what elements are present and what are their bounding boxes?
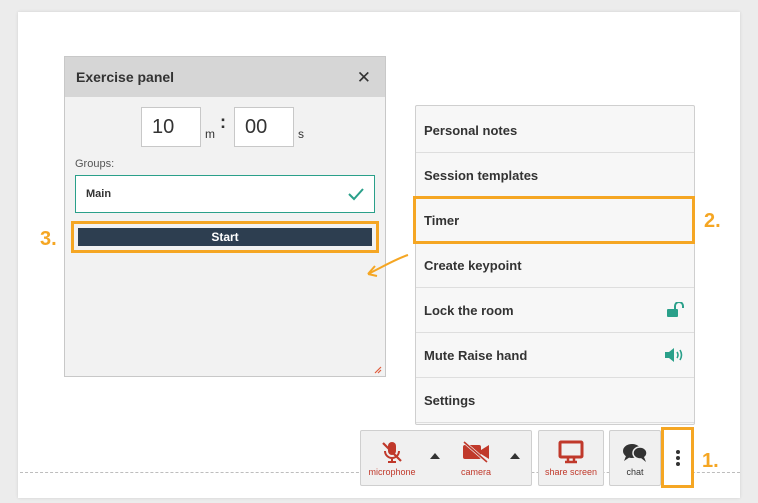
minutes-input[interactable]: 10 [141, 107, 201, 147]
menu-item-label: Session templates [424, 167, 539, 183]
microphone-label: microphone [368, 467, 416, 477]
microphone-button[interactable]: microphone [361, 431, 423, 485]
volume-icon [665, 348, 683, 362]
step-three-label: 3. [40, 228, 57, 250]
microphone-options-caret-icon[interactable] [430, 453, 440, 459]
minutes-unit: m [205, 127, 215, 141]
camera-muted-icon [463, 440, 489, 464]
panel-title: Exercise panel [76, 69, 175, 85]
chat-button[interactable]: chat [609, 430, 661, 486]
menu-item-settings[interactable]: Settings [416, 378, 694, 423]
chat-bubbles-icon [623, 444, 648, 462]
share-screen-label: share screen [544, 467, 598, 477]
start-highlight: Start [71, 221, 379, 253]
start-button[interactable]: Start [78, 228, 372, 246]
seconds-input[interactable]: 00 [234, 107, 294, 147]
menu-item-label: Create keypoint [424, 257, 522, 273]
step-one-label: 1. [702, 450, 719, 472]
camera-label: camera [460, 467, 491, 477]
menu-item-timer[interactable]: Timer [416, 198, 694, 243]
menu-item-lock-room[interactable]: Lock the room [416, 288, 694, 333]
chat-label: chat [626, 467, 644, 477]
menu-item-session-templates[interactable]: Session templates [416, 153, 694, 198]
time-separator: : [220, 111, 226, 132]
group-selected-value: Main [86, 188, 112, 200]
resize-handle-icon[interactable] [374, 366, 382, 374]
more-vertical-icon[interactable] [675, 450, 680, 466]
panel-header: Exercise panel ✕ [65, 57, 385, 97]
share-screen-inner: share screen [539, 431, 603, 485]
more-options-highlight [661, 427, 694, 488]
close-icon[interactable]: ✕ [357, 69, 371, 86]
menu-item-label: Settings [424, 392, 476, 408]
group-select[interactable]: Main [75, 175, 375, 213]
menu-item-mute-raise-hand[interactable]: Mute Raise hand [416, 333, 694, 378]
menu-item-personal-notes[interactable]: Personal notes [416, 108, 694, 153]
chat-inner: chat [610, 431, 660, 485]
timer-inputs: 10 m : 00 s [65, 107, 385, 147]
step-two-label: 2. [704, 210, 721, 232]
menu-item-create-keypoint[interactable]: Create keypoint [416, 243, 694, 288]
media-toolbar: microphone camera [360, 430, 532, 486]
share-screen-button[interactable]: share screen [538, 430, 604, 486]
menu-item-label: Personal notes [424, 122, 518, 138]
camera-button[interactable]: camera [445, 431, 507, 485]
check-icon [348, 188, 364, 201]
menu-item-label: Timer [424, 212, 460, 228]
groups-label: Groups: [75, 158, 115, 170]
monitor-icon [558, 440, 584, 464]
exercise-panel: Exercise panel ✕ 10 m : 00 s Groups: Mai… [64, 56, 386, 377]
seconds-unit: s [298, 127, 304, 141]
curved-arrow-icon [367, 254, 409, 277]
menu-item-label: Lock the room [424, 302, 514, 318]
microphone-muted-icon [382, 442, 402, 463]
unlock-icon [667, 302, 684, 317]
more-options-menu: Personal notes Session templates Timer C… [413, 105, 695, 425]
camera-options-caret-icon[interactable] [510, 453, 520, 459]
menu-item-label: Mute Raise hand [424, 347, 528, 363]
